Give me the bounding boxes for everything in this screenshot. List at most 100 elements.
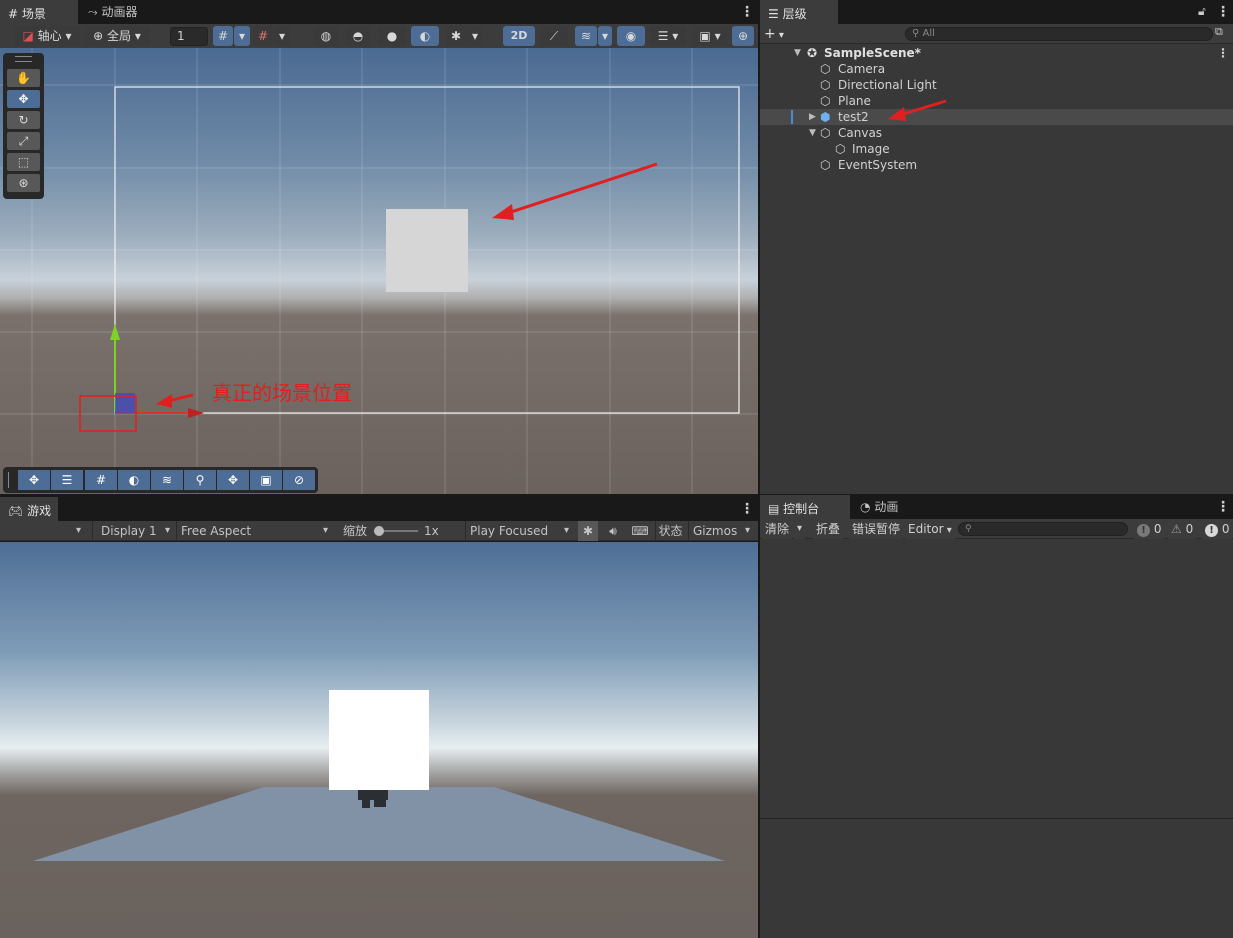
global-dropdown[interactable]: ⊕ 全局 ▾ bbox=[84, 26, 150, 46]
pivot-dropdown[interactable]: ◪ 轴心 ▾ bbox=[14, 26, 80, 46]
warning-filter-button[interactable]: ⚠ 0 bbox=[1168, 519, 1197, 539]
rect-tool-button[interactable]: ⬚ bbox=[7, 153, 40, 171]
align-button[interactable]: ☰ bbox=[51, 470, 83, 490]
scene-grid-and-gizmos bbox=[0, 48, 758, 494]
audio-toggle-button[interactable]: ⟋ bbox=[540, 26, 568, 46]
stats-button[interactable]: 状态 bbox=[655, 521, 685, 541]
transform-tool-button[interactable]: ⊛ bbox=[7, 174, 40, 192]
shortcuts-button[interactable]: ⌨ bbox=[629, 521, 651, 541]
grid-snap-overlay-button[interactable]: # bbox=[85, 470, 117, 490]
grid-snap-input[interactable]: 1 bbox=[170, 27, 208, 46]
collapse-button[interactable]: 折叠 bbox=[813, 519, 844, 539]
display-dropdown[interactable]: Display 1 ▾ bbox=[92, 521, 176, 541]
foldout-collapsed-icon[interactable]: ▶ bbox=[809, 109, 816, 125]
hierarchy-item-eventsystem[interactable]: ⬡ EventSystem bbox=[760, 157, 1233, 173]
snap-dropdown-arrow[interactable]: ▾ bbox=[274, 26, 290, 46]
game-viewport[interactable] bbox=[0, 542, 758, 938]
error-filter-button[interactable]: ! 0 bbox=[1202, 519, 1233, 539]
search-by-type-icon[interactable]: ⧉ bbox=[1215, 25, 1223, 39]
game-panel-menu-icon[interactable]: ⋮ bbox=[740, 502, 754, 516]
layers-icon: ≋ bbox=[580, 29, 592, 43]
gizmos-button[interactable]: Gizmos ▾ bbox=[688, 521, 758, 541]
lock-icon[interactable]: 🔓︎ bbox=[1198, 4, 1206, 19]
scene-menu-icon[interactable]: ⋮ bbox=[1217, 45, 1229, 61]
move-tool-settings-button[interactable]: ✥ bbox=[18, 470, 50, 490]
layers-overlay-button[interactable]: ≋ bbox=[151, 470, 183, 490]
layers-dropdown[interactable]: ☰ ▾ bbox=[650, 26, 686, 46]
move-tool-button[interactable]: ✥ bbox=[7, 90, 40, 108]
editor-target-dropdown[interactable]: Editor ▾ bbox=[905, 519, 955, 539]
scene-panel-menu-icon[interactable]: ⋮ bbox=[740, 5, 754, 19]
hierarchy-item-plane[interactable]: ⬡ Plane bbox=[760, 93, 1233, 109]
tab-animation[interactable]: ◔ 动画 bbox=[852, 495, 906, 519]
camera-settings-dropdown[interactable]: ▣ ▾ bbox=[692, 26, 728, 46]
scene-visibility-button[interactable]: ◉ bbox=[617, 26, 645, 46]
orientation-overlay-button[interactable]: ⊘ bbox=[283, 470, 315, 490]
debug-draw-mode-button[interactable]: ✱ bbox=[446, 26, 466, 46]
hand-tool-button[interactable]: ✋ bbox=[7, 69, 40, 87]
hierarchy-item-directional-light[interactable]: ⬡ Directional Light bbox=[760, 77, 1233, 93]
hierarchy-item-image[interactable]: ⬡ Image bbox=[760, 141, 1233, 157]
lighting-overlay-button[interactable]: ◐ bbox=[118, 470, 150, 490]
shaded-sphere-icon: ● bbox=[386, 29, 398, 43]
hierarchy-panel-menu-icon[interactable]: ⋮ bbox=[1216, 5, 1230, 19]
info-filter-button[interactable]: ! 0 bbox=[1134, 519, 1165, 539]
scale-slider-handle[interactable] bbox=[374, 526, 384, 536]
scale-tool-button[interactable]: ⤢ bbox=[7, 132, 40, 150]
aspect-dropdown[interactable]: Free Aspect ▾ bbox=[176, 521, 336, 541]
hierarchy-search-input[interactable]: ⚲ All bbox=[905, 27, 1213, 41]
overlay-drag-handle[interactable] bbox=[8, 472, 11, 488]
grid-dropdown-arrow[interactable]: ▾ bbox=[234, 26, 250, 46]
shading-shaded-button[interactable]: ● bbox=[378, 26, 406, 46]
effects-button[interactable]: ≋ bbox=[575, 26, 597, 46]
camera-overlay-button[interactable]: ▣ bbox=[250, 470, 282, 490]
tab-animator[interactable]: ⤳ 动画器 bbox=[80, 0, 145, 24]
gizmos-toggle-button[interactable]: ⊕ bbox=[732, 26, 754, 46]
console-search-input[interactable]: ⚲ bbox=[958, 522, 1128, 536]
hierarchy-scene-row[interactable]: ▼ ✪ SampleScene* ⋮ bbox=[760, 45, 1233, 61]
shading-shaded-wireframe-button[interactable]: ◓ bbox=[345, 26, 371, 46]
play-mode-dropdown[interactable]: Play Focused ▾ bbox=[465, 521, 575, 541]
search-overlay-button[interactable]: ⚲ bbox=[184, 470, 216, 490]
grid-icon: # bbox=[8, 7, 19, 21]
grid-visibility-button[interactable]: # bbox=[213, 26, 233, 46]
rotate-tool-button[interactable]: ↻ bbox=[7, 111, 40, 129]
gameobject-cube-icon: ⬡ bbox=[835, 142, 846, 156]
game-view-type-dropdown[interactable]: ▾ bbox=[76, 521, 81, 541]
snap-settings-button[interactable]: # bbox=[253, 26, 273, 46]
mute-audio-button[interactable]: 🔊︎ bbox=[603, 521, 623, 541]
hierarchy-toolbar: + ▾ ⚲ All ⧉ bbox=[760, 24, 1233, 44]
clear-options-dropdown[interactable]: ▾ bbox=[794, 519, 806, 539]
tab-game[interactable]: 🎮︎ 游戏 bbox=[0, 497, 58, 521]
eye-icon: ◉ bbox=[625, 29, 637, 43]
gameobject-cube-icon: ⬡ bbox=[820, 126, 831, 140]
console-panel-menu-icon[interactable]: ⋮ bbox=[1216, 500, 1230, 514]
warning-icon: ⚠ bbox=[1171, 522, 1182, 536]
tab-console[interactable]: ▤ 控制台 bbox=[760, 495, 850, 519]
toggle-2d-button[interactable]: 2D bbox=[503, 26, 535, 46]
annotation-arrow-hierarchy bbox=[888, 99, 947, 121]
effects-dropdown[interactable]: ▾ bbox=[598, 26, 612, 46]
scale-slider[interactable] bbox=[374, 526, 418, 536]
foldout-expanded-icon[interactable]: ▼ bbox=[809, 125, 816, 141]
frame-debugger-button[interactable]: ✱ bbox=[578, 521, 598, 541]
shading-wireframe-button[interactable]: ◍ bbox=[313, 26, 339, 46]
clear-button[interactable]: 清除 bbox=[762, 519, 793, 539]
ui-image-square bbox=[329, 690, 429, 790]
shaded-wireframe-icon: ◓ bbox=[352, 29, 364, 43]
tab-scene[interactable]: # 场景 bbox=[0, 0, 78, 24]
pivot-overlay-button[interactable]: ✥ bbox=[217, 470, 249, 490]
foldout-expanded-icon[interactable]: ▼ bbox=[794, 45, 801, 61]
game-tab-strip: 🎮︎ 游戏 ⋮ bbox=[0, 497, 758, 521]
tab-hierarchy[interactable]: ☰ 层级 bbox=[760, 0, 838, 24]
overlay-drag-handle[interactable] bbox=[15, 56, 32, 62]
scene-viewport[interactable]: 真正的场景位置 ✋ ✥ ↻ ⤢ ⬚ ⊛ ✥ ☰ # ◐ ≋ ⚲ ✥ ▣ ⊘ bbox=[0, 48, 758, 494]
compass-icon: ⊘ bbox=[293, 473, 305, 487]
create-dropdown[interactable]: + ▾ bbox=[764, 24, 784, 44]
hierarchy-item-camera[interactable]: ⬡ Camera bbox=[760, 61, 1233, 77]
debug-draw-mode-dropdown[interactable]: ▾ bbox=[467, 26, 483, 46]
hierarchy-item-test2[interactable]: ▶ ⬢ test2 bbox=[760, 109, 1233, 125]
error-pause-button[interactable]: 错误暂停 bbox=[849, 519, 904, 539]
hierarchy-item-canvas[interactable]: ▼ ⬡ Canvas bbox=[760, 125, 1233, 141]
lighting-button[interactable]: ◐ bbox=[411, 26, 439, 46]
